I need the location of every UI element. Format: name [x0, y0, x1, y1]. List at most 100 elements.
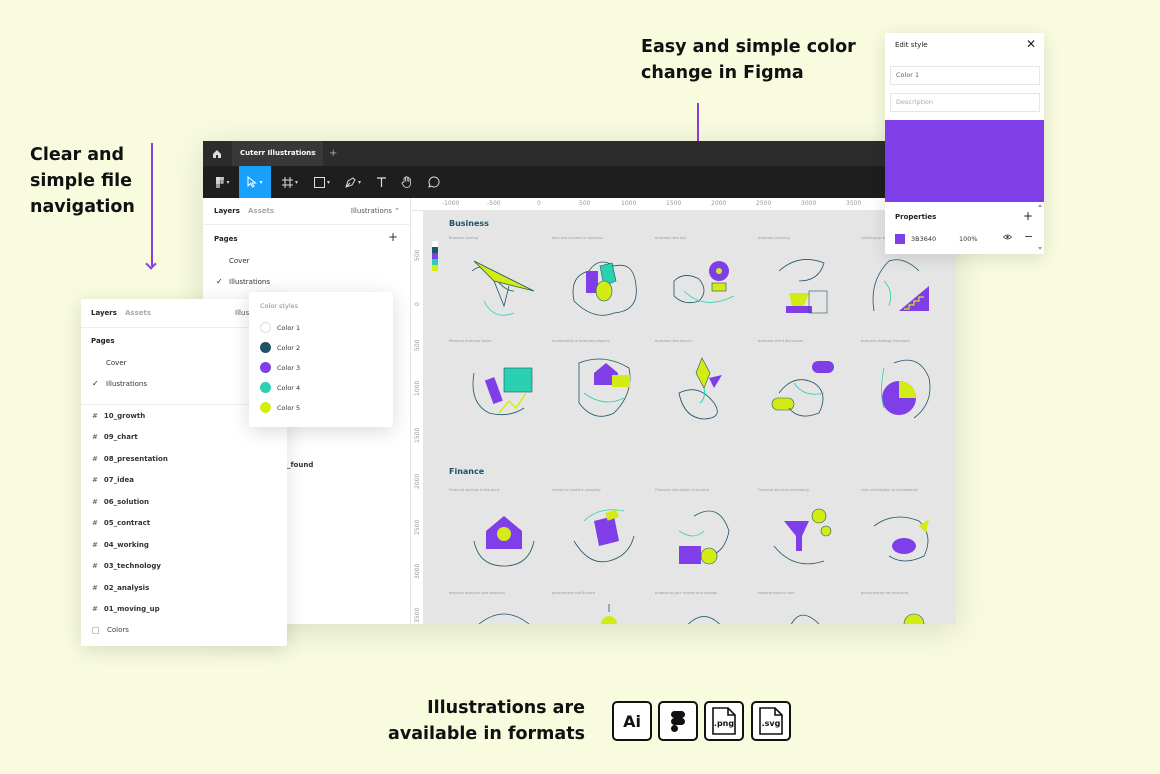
frame-label: 04_working: [103, 541, 149, 549]
illustration-caption: business planning: [758, 236, 790, 240]
tab-layers[interactable]: Layers: [91, 309, 117, 317]
page-item-cover[interactable]: Cover: [106, 359, 127, 367]
ruler-tick: 2000: [711, 200, 727, 207]
color-style-label: Color 4: [277, 383, 301, 392]
investments-illustration[interactable]: [564, 353, 644, 425]
color-style-item[interactable]: Color 2: [260, 342, 300, 353]
financing-illustration[interactable]: [864, 604, 944, 624]
style-name-field[interactable]: Color 1: [890, 66, 1040, 85]
colors-layer-item[interactable]: Colors: [92, 626, 129, 634]
analytics-illustration[interactable]: [464, 604, 544, 624]
services-processing-illustration[interactable]: [764, 501, 844, 573]
protecting-money-illustration[interactable]: [664, 604, 744, 624]
frame-item[interactable]: #02_analysis: [92, 584, 149, 592]
home-icon[interactable]: [203, 141, 231, 166]
ruler-horizontal: -1000 -500 0 500 1000 1500 2000 2500 300…: [411, 198, 956, 211]
comment-tool[interactable]: [426, 166, 442, 198]
hand-icon: [401, 173, 413, 192]
pages-heading: Pages: [91, 337, 115, 345]
property-investment-illustration[interactable]: [564, 501, 644, 573]
panel-tabs: Layers Assets Illustrations ⌃: [203, 198, 410, 225]
frame-label: 07_idea: [103, 476, 134, 484]
illustration-caption: business idea launch: [655, 339, 692, 343]
frame-item[interactable]: #09_chart: [92, 433, 138, 441]
frame-item[interactable]: #05_contract: [92, 519, 150, 527]
illustration-caption: cost contribution to investments: [861, 488, 918, 492]
shape-tool[interactable]: ▾: [309, 166, 335, 198]
page-item-cover[interactable]: Cover: [229, 257, 250, 265]
frame-item[interactable]: #04_working: [92, 541, 149, 549]
cost-contribution-illustration[interactable]: [864, 501, 944, 573]
page-item-illustrations[interactable]: Illustrations: [229, 278, 270, 286]
color-style-item[interactable]: Color 5: [260, 402, 300, 413]
frame-item[interactable]: #08_presentation: [92, 455, 168, 463]
vision-illustration[interactable]: [464, 353, 544, 425]
frame-item[interactable]: #10_growth: [92, 412, 145, 420]
color-style-item[interactable]: Color 1: [260, 322, 300, 333]
frame-tool[interactable]: ▾: [277, 166, 303, 198]
page-item-illustrations[interactable]: Illustrations: [106, 380, 147, 388]
new-tab-button[interactable]: +: [329, 141, 337, 166]
key-idea-illustration[interactable]: [664, 251, 744, 323]
frame-item[interactable]: #06_solution: [92, 498, 149, 506]
fill-opacity-value[interactable]: 100%: [959, 235, 978, 243]
comment-icon: [428, 173, 440, 192]
frame-icon: [281, 173, 293, 192]
frame-label: 09_chart: [103, 433, 138, 441]
design-canvas[interactable]: Business Finance Business startup Idea a…: [424, 211, 956, 624]
pen-icon: [345, 173, 356, 192]
fill-hex-value[interactable]: 3B3640: [911, 235, 936, 243]
illustration-caption: Investments in business projects: [552, 339, 610, 343]
tab-assets[interactable]: Assets: [248, 207, 274, 215]
rectangle-icon: [313, 173, 325, 192]
color-style-item[interactable]: Color 3: [260, 362, 300, 373]
move-tool[interactable]: ▾: [239, 166, 271, 198]
close-tab-icon[interactable]: ×: [311, 141, 317, 166]
figma-format-icon: [658, 701, 698, 741]
color-dot: [260, 362, 271, 373]
style-description-field[interactable]: Description: [890, 93, 1040, 112]
frame-item[interactable]: #07_idea: [92, 476, 134, 484]
illustration-caption: Financial services processing: [758, 488, 809, 492]
ladder-illustration[interactable]: [864, 251, 944, 323]
lightbulb-illustration[interactable]: [564, 251, 644, 323]
pages-heading: Pages: [214, 235, 238, 243]
hand-tool[interactable]: [399, 166, 415, 198]
electric-cars-illustration[interactable]: [764, 604, 844, 624]
ruler-tick: 1000: [621, 200, 637, 207]
strategy-illustration[interactable]: [864, 353, 944, 425]
scrollbar[interactable]: [1038, 203, 1042, 251]
savings-bank-illustration[interactable]: [464, 501, 544, 573]
frame-item[interactable]: #03_technology: [92, 562, 161, 570]
file-tab[interactable]: Cuterr Illustrations ×: [232, 141, 323, 166]
add-page-button[interactable]: +: [388, 230, 398, 244]
color-style-label: Color 1: [277, 323, 301, 332]
page-selector[interactable]: Illustrations ⌃: [351, 207, 400, 215]
close-icon[interactable]: ✕: [1026, 37, 1036, 51]
ruler-tick: 3000: [801, 200, 817, 207]
remove-fill-button[interactable]: −: [1024, 230, 1033, 243]
text-tool[interactable]: [373, 166, 389, 198]
frame-label: 05_contract: [103, 519, 151, 527]
rocket-launch-illustration[interactable]: [664, 353, 744, 425]
government-illustration[interactable]: [564, 604, 644, 624]
ruler-tick: 3500: [414, 607, 421, 623]
add-property-button[interactable]: +: [1023, 209, 1033, 223]
pen-tool[interactable]: ▾: [340, 166, 366, 198]
ruler-tick: 3000: [414, 563, 421, 579]
income-calculation-illustration[interactable]: [664, 501, 744, 573]
planning-illustration[interactable]: [764, 251, 844, 323]
frame-item[interactable]: #01_moving_up: [92, 605, 160, 613]
frame-icon: #: [92, 455, 98, 463]
fill-swatch[interactable]: [895, 234, 905, 244]
frame-icon: #: [92, 476, 98, 484]
color-style-item[interactable]: Color 4: [260, 382, 300, 393]
paper-plane-illustration[interactable]: [464, 251, 544, 323]
layer-item-not-found[interactable]: _found: [287, 461, 313, 469]
tab-layers[interactable]: Layers: [214, 207, 240, 215]
client-discussion-illustration[interactable]: [764, 353, 844, 425]
main-menu-button[interactable]: ▾: [211, 166, 235, 198]
frame-label: 03_technology: [103, 562, 161, 570]
tab-assets[interactable]: Assets: [125, 309, 151, 317]
visibility-eye-icon[interactable]: [1002, 233, 1013, 242]
